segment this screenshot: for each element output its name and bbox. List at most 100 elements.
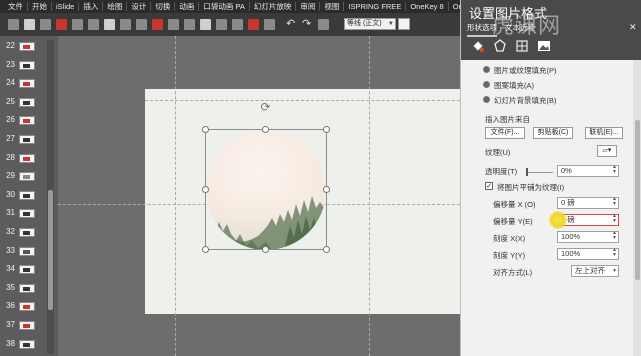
spinner-arrows-icon[interactable]: ▲ ▼ — [612, 231, 617, 241]
menu-item[interactable]: 口袋动画 PA — [199, 2, 250, 11]
selection-pane-icon[interactable] — [264, 19, 275, 30]
pane-scrollbar[interactable] — [633, 60, 641, 356]
slider-knob[interactable] — [526, 168, 528, 176]
slide-preview — [19, 209, 35, 219]
resize-handle-ne[interactable] — [323, 126, 330, 133]
menu-item[interactable]: ISPRING FREE — [344, 2, 407, 11]
menu-item[interactable]: iSlide — [52, 2, 80, 11]
slide-thumbnail[interactable]: 22 — [0, 40, 44, 53]
radio-slide-background-fill[interactable] — [483, 96, 490, 103]
menu-item[interactable]: 切换 — [151, 2, 176, 11]
islide-icon[interactable] — [56, 19, 67, 30]
scale-x-input[interactable]: 100% ▲ ▼ — [557, 231, 619, 243]
preview-content — [23, 138, 30, 142]
menu-item[interactable]: 动画 — [175, 2, 200, 11]
layout-icon[interactable] — [8, 19, 19, 30]
redo-icon[interactable]: ↷ — [302, 19, 313, 30]
resize-handle-s[interactable] — [262, 246, 269, 253]
arrange-icon[interactable] — [184, 19, 195, 30]
crop-icon[interactable] — [216, 19, 227, 30]
rotate-handle-icon[interactable]: ⟳ — [259, 101, 272, 114]
selection-box[interactable] — [205, 129, 327, 250]
font-family-select[interactable]: 等线 (正文) ▼ — [344, 18, 396, 30]
slide-thumbnail[interactable]: 35 — [0, 282, 44, 295]
thumbnail-scrollbar[interactable] — [47, 40, 54, 354]
online-button[interactable]: 联机(E)... — [585, 127, 623, 139]
alignment-select[interactable]: 左上对齐 ▼ — [571, 265, 619, 277]
scrollbar-thumb[interactable] — [635, 120, 640, 280]
slide-preview — [19, 190, 35, 200]
slide-thumbnail[interactable]: 31 — [0, 207, 44, 220]
slide-thumbnail[interactable]: 30 — [0, 189, 44, 202]
offset-x-input[interactable]: 0 磅 ▲ ▼ — [557, 197, 619, 209]
tile-checkbox[interactable]: ✓ — [485, 182, 493, 190]
font-size-select[interactable] — [398, 18, 410, 30]
menu-item[interactable]: 文件 — [4, 2, 28, 11]
radio-pattern-fill[interactable] — [483, 81, 490, 88]
radio-picture-texture-fill[interactable] — [483, 66, 490, 73]
slide-thumbnail[interactable]: 38 — [0, 338, 44, 351]
spinner-arrows-icon[interactable]: ▲ ▼ — [612, 248, 617, 258]
menu-item[interactable]: 插入 — [79, 2, 104, 11]
preview-content — [23, 324, 30, 328]
slide-thumbnail[interactable]: 33 — [0, 245, 44, 258]
group-icon[interactable] — [200, 19, 211, 30]
spinner-arrows-icon[interactable]: ▲ ▼ — [612, 197, 617, 207]
transparency-input[interactable]: 0% ▲ ▼ — [557, 165, 619, 177]
record-icon[interactable] — [152, 19, 163, 30]
transparency-slider[interactable] — [526, 168, 553, 176]
slide-thumbnail[interactable]: 25 — [0, 96, 44, 109]
texture-label: 纹理(U) — [485, 148, 511, 157]
resize-handle-w[interactable] — [202, 186, 209, 193]
menu-item[interactable]: 审阅 — [296, 2, 321, 11]
slide-thumbnail[interactable]: 34 — [0, 263, 44, 276]
close-icon[interactable]: ✕ — [629, 22, 637, 33]
file-button[interactable]: 文件(F)... — [485, 127, 525, 139]
effects-icon[interactable] — [493, 39, 507, 53]
pane-body: 图片或纹理填充(P) 图案填充(A) 幻灯片背景填充(B) 插入图片来自 文件(… — [461, 60, 633, 356]
smartart-icon[interactable] — [136, 19, 147, 30]
format-painter-icon[interactable] — [248, 19, 259, 30]
section-icon[interactable] — [24, 19, 35, 30]
menu-item[interactable]: 设计 — [127, 2, 152, 11]
scrollbar-thumb[interactable] — [48, 190, 53, 310]
slide-thumbnail[interactable]: 29 — [0, 170, 44, 183]
texture-picker[interactable]: ▱▾ — [597, 145, 617, 157]
slide-thumbnail[interactable]: 37 — [0, 319, 44, 332]
shape-icon[interactable] — [88, 19, 99, 30]
menu-item[interactable]: 视图 — [320, 2, 345, 11]
align-icon[interactable] — [168, 19, 179, 30]
effects-icon[interactable] — [232, 19, 243, 30]
slide-thumbnail[interactable]: 36 — [0, 300, 44, 313]
picture-icon[interactable] — [72, 19, 83, 30]
fill-line-icon[interactable] — [471, 39, 485, 53]
slide-thumbnail[interactable]: 23 — [0, 59, 44, 72]
paste-icon[interactable] — [40, 19, 51, 30]
table-icon[interactable] — [104, 19, 115, 30]
alignment-label: 对齐方式(L) — [493, 268, 533, 277]
slide-thumbnail[interactable]: 26 — [0, 114, 44, 127]
chevron-down-icon: ▼ — [612, 268, 617, 274]
slide-thumbnail[interactable]: 27 — [0, 133, 44, 146]
scale-y-input[interactable]: 100% ▲ ▼ — [557, 248, 619, 260]
resize-handle-nw[interactable] — [202, 126, 209, 133]
resize-handle-se[interactable] — [323, 246, 330, 253]
slide-thumbnail[interactable]: 32 — [0, 226, 44, 239]
menu-item[interactable]: OneKey 8 — [406, 2, 449, 11]
menu-item[interactable]: 开始 — [28, 2, 52, 11]
chart-icon[interactable] — [120, 19, 131, 30]
size-position-icon[interactable] — [515, 39, 529, 53]
resize-handle-n[interactable] — [262, 126, 269, 133]
spinner-arrows-icon[interactable]: ▲ ▼ — [612, 214, 617, 224]
undo-icon[interactable]: ↶ — [286, 19, 297, 30]
resize-handle-e[interactable] — [323, 186, 330, 193]
spinner-arrows-icon[interactable]: ▲ ▼ — [612, 165, 617, 175]
save-icon[interactable] — [318, 19, 329, 30]
clipboard-button[interactable]: 剪贴板(C) — [533, 127, 573, 139]
menu-item[interactable]: 幻灯片放映 — [250, 2, 297, 11]
slide-thumbnail[interactable]: 24 — [0, 77, 44, 90]
slide-thumbnail[interactable]: 28 — [0, 152, 44, 165]
menu-item[interactable]: 绘图 — [103, 2, 128, 11]
resize-handle-sw[interactable] — [202, 246, 209, 253]
picture-icon[interactable] — [537, 39, 551, 53]
